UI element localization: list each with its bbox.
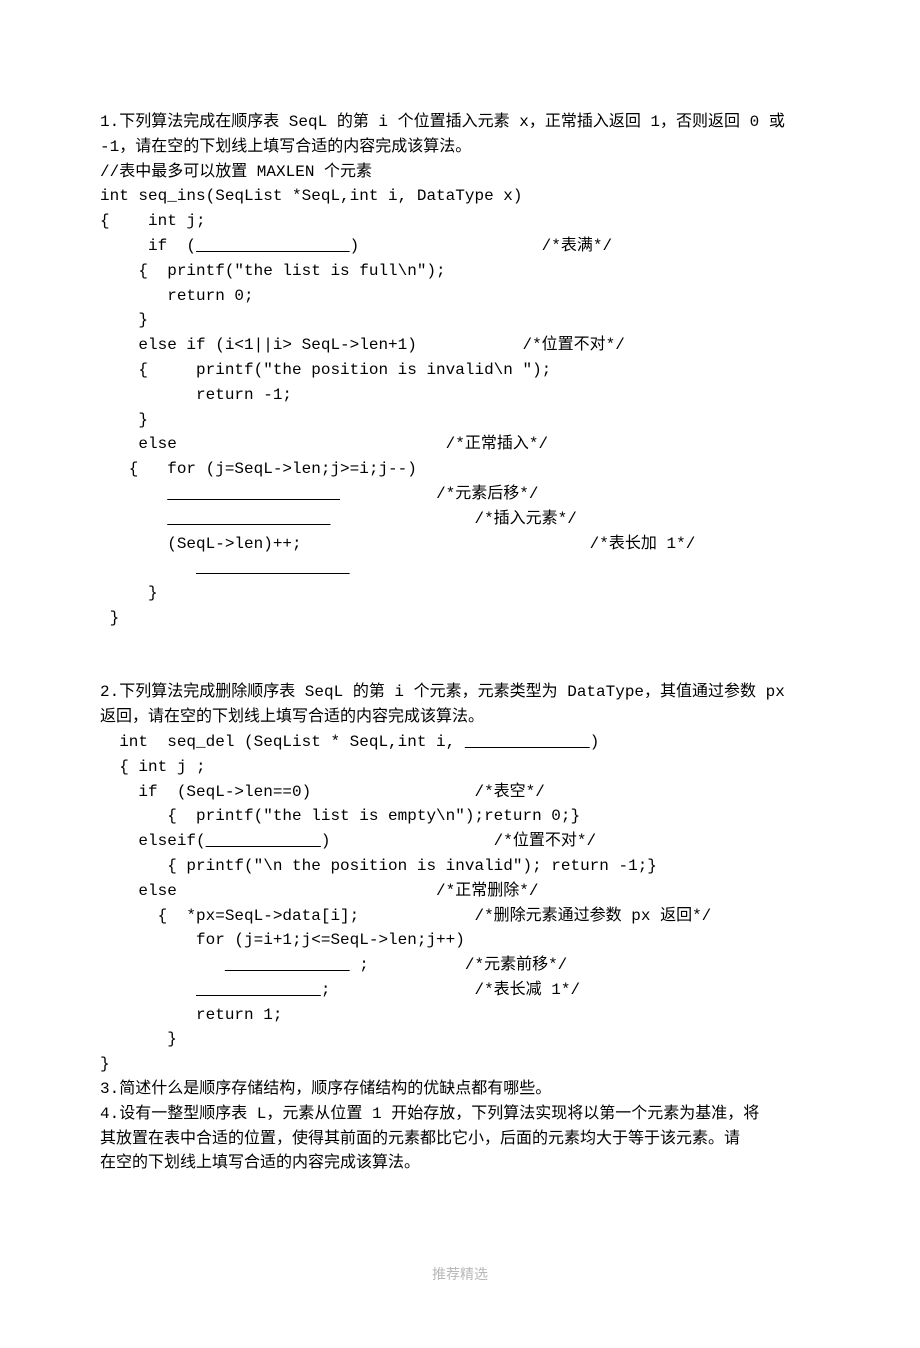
q2-blank-param[interactable]	[465, 733, 590, 751]
q4-line1: 4.设有一整型顺序表 L，元素从位置 1 开始存放，下列算法实现将以第一个元素为…	[100, 1102, 820, 1127]
q1-printf-full: { printf("the list is full\n");	[100, 259, 820, 284]
q2-blank-move[interactable]	[225, 956, 350, 974]
q1-if-suffix: ) /*表满*/	[350, 237, 612, 255]
q2-close-2: }	[100, 1052, 820, 1077]
q1-elseif-pos: else if (i<1||i> SeqL->len+1) /*位置不对*/	[100, 333, 820, 358]
q2-blank-dec[interactable]	[196, 981, 321, 999]
q2-sig-suf: )	[590, 733, 600, 751]
q3-text: 3.简述什么是顺序存储结构，顺序存储结构的优缺点都有哪些。	[100, 1077, 820, 1102]
q2-px-line: { *px=SeqL->data[i]; /*删除元素通过参数 px 返回*/	[100, 904, 820, 929]
q2-blank-dec-line: ; /*表长减 1*/	[100, 978, 820, 1003]
q2-elseif-suf: ) /*位置不对*/	[321, 832, 596, 850]
q1-blank-shift-suf: /*元素后移*/	[340, 485, 538, 503]
q4-line2: 其放置在表中合适的位置，使得其前面的元素都比它小，后面的元素均大于等于该元素。请	[100, 1127, 820, 1152]
q1-for: { for (j=SeqL->len;j>=i;j--)	[100, 457, 820, 482]
spacer-2	[100, 656, 820, 681]
q2-blank-move-suf: ; /*元素前移*/	[350, 956, 568, 974]
q2-else: else /*正常删除*/	[100, 879, 820, 904]
q2-intro-line2: 返回，请在空的下划线上填写合适的内容完成该算法。	[100, 705, 820, 730]
q2-if-empty: if (SeqL->len==0) /*表空*/	[100, 780, 820, 805]
q1-comment-maxlen: //表中最多可以放置 MAXLEN 个元素	[100, 160, 820, 185]
q2-sig-pre: int seq_del (SeqList * SeqL,int i,	[100, 733, 465, 751]
q1-close-1: }	[100, 308, 820, 333]
q2-blank-dec-pre	[100, 981, 196, 999]
q2-return-1: return 1;	[100, 1003, 820, 1028]
q1-intro-line1: 1.下列算法完成在顺序表 SeqL 的第 i 个位置插入元素 x，正常插入返回 …	[100, 110, 820, 135]
q1-blank-full[interactable]	[196, 237, 350, 255]
q1-blank-insert-suf: /*插入元素*/	[330, 510, 576, 528]
q1-blank-insert[interactable]	[167, 510, 330, 528]
q2-close-1: }	[100, 1027, 820, 1052]
q1-intro-line2: -1，请在空的下划线上填写合适的内容完成该算法。	[100, 135, 820, 160]
q2-intro-line1: 2.下列算法完成删除顺序表 SeqL 的第 i 个元素，元素类型为 DataTy…	[100, 680, 820, 705]
q2-blank-pos[interactable]	[206, 832, 321, 850]
footer-text: 推荐精选	[100, 1266, 820, 1288]
q1-open-brace: { int j;	[100, 209, 820, 234]
q2-blank-dec-suf: ; /*表长减 1*/	[321, 981, 580, 999]
q2-elseif-pre: elseif(	[100, 832, 206, 850]
q1-return-0: return 0;	[100, 284, 820, 309]
q1-printf-pos: { printf("the position is invalid\n ");	[100, 358, 820, 383]
q1-blank-extra-pre	[100, 559, 196, 577]
q1-func-sig: int seq_ins(SeqList *SeqL,int i, DataTyp…	[100, 184, 820, 209]
q4-line3: 在空的下划线上填写合适的内容完成该算法。	[100, 1151, 820, 1176]
q2-blank-move-line: ; /*元素前移*/	[100, 953, 820, 978]
q1-lenpp: (SeqL->len)++; /*表长加 1*/	[100, 532, 820, 557]
spacer-1	[100, 631, 820, 656]
q1-blank-shift[interactable]	[167, 485, 340, 503]
q1-if-full: if ( ) /*表满*/	[100, 234, 820, 259]
q2-elseif: elseif( ) /*位置不对*/	[100, 829, 820, 854]
q1-blank-insert-line: /*插入元素*/	[100, 507, 820, 532]
q2-printf-empty: { printf("the list is empty\n");return 0…	[100, 804, 820, 829]
q1-else: else /*正常插入*/	[100, 432, 820, 457]
q1-close-3: }	[100, 581, 820, 606]
q1-close-4: }	[100, 606, 820, 631]
q2-open-brace: { int j ;	[100, 755, 820, 780]
q2-blank-move-pre	[100, 956, 225, 974]
q1-blank-shift-pre	[100, 485, 167, 503]
q1-if-prefix: if (	[100, 237, 196, 255]
q1-blank-extra[interactable]	[196, 559, 350, 577]
q2-for: for (j=i+1;j<=SeqL->len;j++)	[100, 928, 820, 953]
q1-blank-shift-line: /*元素后移*/	[100, 482, 820, 507]
q1-blank-insert-pre	[100, 510, 167, 528]
q1-return-neg1: return -1;	[100, 383, 820, 408]
q2-func-sig: int seq_del (SeqList * SeqL,int i, )	[100, 730, 820, 755]
q1-blank-extra-line	[100, 556, 820, 581]
q2-printf-pos: { printf("\n the position is invalid"); …	[100, 854, 820, 879]
q1-close-2: }	[100, 408, 820, 433]
